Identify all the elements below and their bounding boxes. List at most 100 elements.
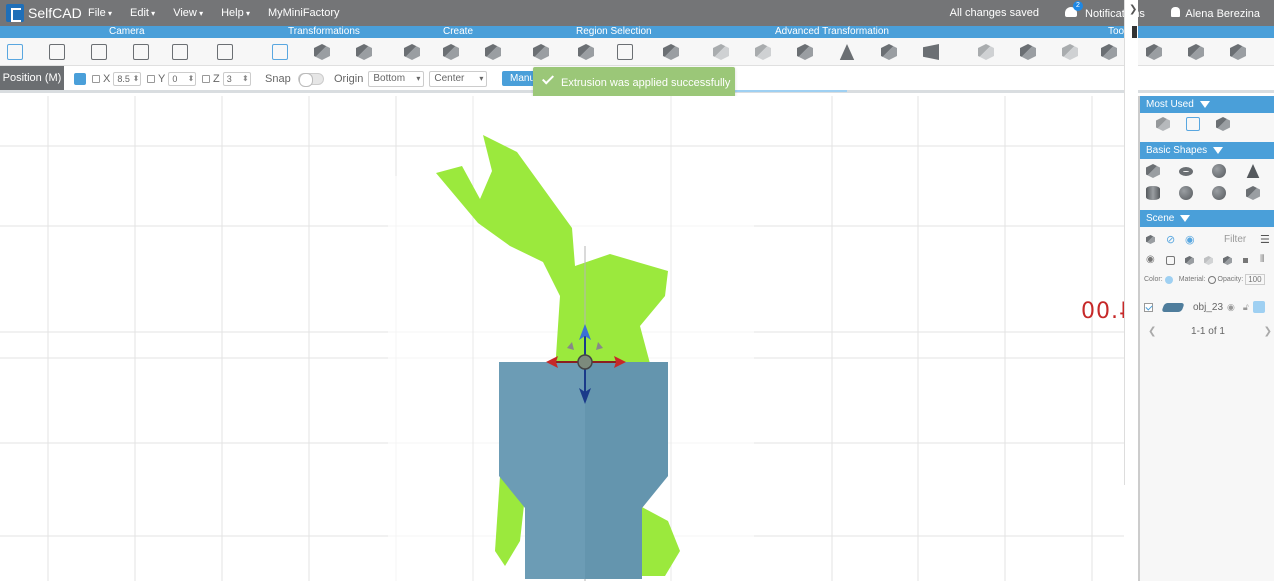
tool-union-icon[interactable] — [1020, 44, 1036, 60]
opacity-label: Opacity: — [1217, 276, 1244, 283]
group-advanced-transformation: Advanced Transformation — [775, 26, 889, 37]
gizmo-center-handle[interactable] — [577, 354, 593, 370]
select-face-icon[interactable] — [533, 44, 549, 60]
visibility-eye-icon[interactable]: ◉ — [1146, 254, 1155, 265]
shape-icosphere-icon[interactable] — [1212, 186, 1226, 200]
rotate-tool-icon[interactable] — [356, 44, 372, 60]
lock-axes-toggle[interactable] — [74, 71, 86, 87]
scene-sort-icon[interactable]: ☰ — [1260, 233, 1270, 246]
tool-group-icon[interactable] — [978, 44, 994, 60]
group-camera: Camera — [109, 26, 145, 37]
camera-rotate-icon[interactable] — [133, 44, 149, 60]
scroll-handle[interactable] — [1132, 26, 1137, 38]
camera-screenshot-icon[interactable] — [217, 44, 233, 60]
y-position-input[interactable]: 0 — [168, 72, 197, 86]
shape-cylinder-icon[interactable] — [1146, 186, 1160, 200]
bevel-icon[interactable] — [755, 44, 771, 60]
tool-subtract-icon[interactable] — [1062, 44, 1078, 60]
scale-tool-icon[interactable] — [314, 44, 330, 60]
bend-icon[interactable] — [923, 44, 939, 60]
tool-mirror-icon[interactable] — [1188, 44, 1204, 60]
move-tool-icon[interactable] — [272, 44, 288, 60]
origin-horizontal-select[interactable]: Center — [429, 71, 488, 87]
main-menu: File Edit View Help MyMiniFactory — [88, 7, 340, 19]
tool-intersect-icon[interactable] — [1101, 44, 1117, 60]
next-page-icon[interactable]: ❯ — [1264, 326, 1272, 337]
object-checkbox[interactable] — [1144, 302, 1153, 312]
wireframe-view-icon[interactable] — [1204, 256, 1213, 265]
scene-hide-icon[interactable]: ⊘ — [1166, 233, 1175, 246]
shaded-view-icon[interactable] — [1223, 256, 1232, 265]
right-side-panel: Most Used Basic Shapes Scene ⊘ ◉ Filter … — [1138, 96, 1274, 581]
camera-home-icon[interactable] — [91, 44, 107, 60]
extrusion-icon[interactable] — [713, 44, 729, 60]
twist-icon[interactable] — [881, 44, 897, 60]
taper-icon[interactable] — [839, 44, 855, 60]
object-visibility-icon[interactable]: ◉ — [1227, 302, 1235, 313]
chevron-right-icon[interactable]: ❯ — [1129, 4, 1137, 15]
solid-view-icon[interactable] — [1185, 256, 1194, 265]
color-label: Color: — [1144, 276, 1163, 283]
camera-zoom-icon[interactable] — [49, 44, 65, 60]
menu-edit[interactable]: Edit — [130, 7, 155, 19]
shape-cone-icon[interactable] — [1246, 164, 1260, 178]
create-generator-icon[interactable] — [485, 44, 501, 60]
z-axis-checkbox[interactable] — [202, 75, 210, 83]
create-sketch-icon[interactable] — [443, 44, 459, 60]
scene-object-row[interactable]: obj_23 ◉ 🔓︎ — [1144, 298, 1272, 316]
user-icon — [1170, 6, 1180, 17]
z-position-input[interactable]: 3 — [222, 72, 251, 86]
camera-view-icon[interactable] — [7, 44, 23, 60]
columns-icon[interactable]: ⦀ — [1260, 254, 1264, 265]
shape-knot-icon[interactable] — [1179, 186, 1193, 200]
create-shape-icon[interactable] — [404, 44, 420, 60]
most-used-scale-icon[interactable] — [1216, 117, 1230, 131]
menu-myminifactory[interactable]: MyMiniFactory — [268, 7, 340, 19]
toolbar-group-labels: Camera Transformations Create Region Sel… — [0, 26, 1274, 38]
scene-filter-input[interactable]: Filter — [1224, 234, 1246, 245]
lock-icon[interactable] — [1166, 256, 1175, 265]
stitch-icon[interactable] — [797, 44, 813, 60]
panel-collapse-strip[interactable]: ❯ — [1124, 0, 1138, 485]
3d-viewport[interactable]: 4.00 — [0, 96, 1138, 581]
origin-vertical-select[interactable]: Bottom — [368, 71, 425, 87]
menu-view[interactable]: View — [173, 7, 203, 19]
most-used-move-icon[interactable] — [1186, 117, 1200, 131]
user-menu[interactable]: Alena Berezina — [1170, 6, 1260, 20]
y-axis-checkbox[interactable] — [147, 75, 155, 83]
shape-cube-icon[interactable] — [1146, 164, 1160, 178]
y-label: Y — [158, 73, 166, 85]
select-object-icon[interactable] — [663, 44, 679, 60]
scene-eye-icon[interactable]: ◉ — [1185, 233, 1195, 246]
shape-polyhedron-icon[interactable] — [1246, 186, 1260, 200]
z-label: Z — [213, 73, 220, 85]
color-swatch[interactable] — [1164, 275, 1173, 284]
selfcad-logo[interactable]: SelfCAD — [0, 4, 86, 22]
x-axis-checkbox[interactable] — [92, 75, 100, 83]
select-edge-icon[interactable] — [578, 44, 594, 60]
camera-settings-icon[interactable] — [172, 44, 188, 60]
points-view-icon[interactable] — [1243, 258, 1248, 263]
object-lock-icon[interactable]: 🔓︎ — [1243, 302, 1249, 313]
viewport-canvas[interactable] — [0, 96, 1138, 581]
basic-shapes-header[interactable]: Basic Shapes — [1140, 142, 1274, 159]
menu-help[interactable]: Help — [221, 7, 250, 19]
shape-torus-icon[interactable] — [1179, 167, 1193, 176]
menu-file[interactable]: File — [88, 7, 112, 19]
opacity-input[interactable]: 100 — [1245, 274, 1265, 285]
prev-page-icon[interactable]: ❮ — [1148, 326, 1156, 337]
most-used-cube-icon[interactable] — [1156, 117, 1170, 131]
snap-toggle[interactable] — [297, 73, 324, 87]
position-mode-button[interactable]: Position (M) — [0, 66, 64, 90]
shape-sphere-icon[interactable] — [1212, 164, 1226, 178]
object-settings-icon[interactable] — [1252, 301, 1265, 313]
most-used-header[interactable]: Most Used — [1140, 96, 1274, 113]
material-icon[interactable] — [1207, 275, 1216, 284]
tool-more-icon[interactable] — [1230, 44, 1246, 60]
scene-header[interactable]: Scene — [1140, 210, 1274, 227]
tool-split-icon[interactable] — [1146, 44, 1162, 60]
select-vertex-icon[interactable] — [617, 44, 633, 60]
x-position-input[interactable]: 8.5 — [113, 72, 142, 86]
scene-group-icon[interactable] — [1146, 235, 1155, 244]
pagination-label: 1-1 of 1 — [1191, 326, 1225, 337]
